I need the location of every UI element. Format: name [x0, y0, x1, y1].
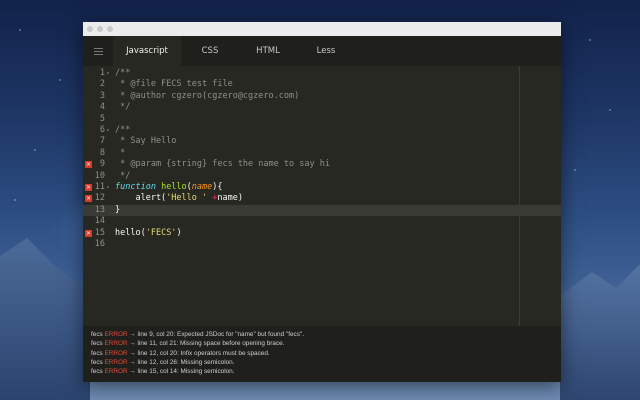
fold-arrow-icon[interactable]: ▾ — [106, 182, 110, 193]
window-zoom-button[interactable] — [107, 26, 113, 32]
tab-html[interactable]: HTML — [239, 36, 297, 66]
line-number: 4 — [99, 102, 105, 113]
code-text: /** — [115, 125, 131, 135]
window-titlebar — [83, 22, 561, 36]
window-minimize-button[interactable] — [97, 26, 103, 32]
line-number: 15 — [94, 227, 105, 238]
code-line[interactable]: 14 — [83, 216, 561, 227]
code-line[interactable]: × 9 * @param {string} fecs the name to sa… — [83, 159, 561, 170]
lint-console: fecs ERROR → line 9, col 20: Expected JS… — [83, 326, 561, 382]
code-text: hello('FECS') — [115, 227, 182, 238]
code-line[interactable]: 7 * Say Hello — [83, 136, 561, 147]
fold-arrow-icon[interactable]: ▾ — [106, 125, 110, 136]
line-number: 2 — [99, 79, 105, 90]
code-editor[interactable]: 1 ▾/** 2 * @file FECS test file 3 * @author… — [83, 66, 561, 326]
code-text: function hello(name){ — [115, 182, 223, 192]
line-number: 7 — [99, 136, 105, 147]
tab-javascript[interactable]: Javascript — [113, 36, 181, 66]
line-number: 14 — [94, 216, 105, 227]
code-line[interactable]: 5 — [83, 114, 561, 125]
editor-window: Javascript CSS HTML Less 1 ▾/** 2 * @file … — [83, 22, 561, 382]
line-number: 6 — [99, 125, 105, 135]
window-close-button[interactable] — [87, 26, 93, 32]
code-line[interactable]: 6 ▾ /** — [83, 125, 561, 136]
code-text: * — [115, 147, 126, 158]
code-line[interactable]: × 12 alert('Hello ' +name) — [83, 193, 561, 204]
code-line[interactable]: 8 * — [83, 148, 561, 159]
code-line[interactable]: 3 * @author cgzero(cgzero@cgzero.com) — [83, 91, 561, 102]
code-line[interactable]: 10 */ — [83, 171, 561, 182]
code-text: } — [115, 204, 121, 215]
code-text: alert('Hello ' +name) — [115, 193, 243, 204]
console-log-line: fecs ERROR → line 12, col 20: Infix oper… — [91, 349, 270, 357]
code-text: */ — [115, 102, 131, 113]
console-log-line: fecs ERROR → line 12, col 26: Missing se… — [91, 358, 235, 366]
code-line[interactable]: 16 — [83, 239, 561, 250]
code-text: * @file FECS test file — [115, 79, 233, 90]
code-line[interactable]: × 11 ▾ function hello(name){ — [83, 182, 561, 193]
line-number: 9 — [99, 159, 105, 170]
line-number: 13 — [94, 204, 105, 215]
fold-arrow-icon[interactable]: ▾ — [106, 68, 110, 79]
line-number: 1 — [99, 68, 105, 78]
code-text: /** — [115, 68, 131, 78]
code-text: * @author cgzero(cgzero@cgzero.com) — [115, 90, 300, 101]
hamburger-menu-icon[interactable] — [83, 36, 113, 66]
tab-css[interactable]: CSS — [181, 36, 239, 66]
console-log-line: fecs ERROR → line 9, col 20: Expected JS… — [91, 331, 304, 338]
code-text: * @param {string} fecs the name to say h… — [115, 159, 330, 170]
tab-less[interactable]: Less — [297, 36, 355, 66]
code-line[interactable]: 2 * @file FECS test file — [83, 79, 561, 90]
code-line[interactable]: × 15 hello('FECS') — [83, 228, 561, 239]
code-line[interactable]: 4 */ — [83, 102, 561, 113]
line-number: 8 — [99, 147, 105, 158]
console-log-line: fecs ERROR → line 15, col 14: Missing se… — [91, 368, 235, 376]
line-number: 10 — [94, 170, 105, 181]
line-number: 3 — [99, 90, 105, 101]
code-text: */ — [115, 170, 131, 181]
line-number: 11 — [94, 182, 105, 192]
line-number: 16 — [94, 239, 105, 249]
line-number: 12 — [94, 193, 105, 204]
console-log-line: fecs ERROR → line 11, col 21: Missing sp… — [91, 340, 285, 348]
line-number: 5 — [99, 113, 105, 124]
tab-bar: Javascript CSS HTML Less — [83, 36, 561, 66]
code-line[interactable]: 1 ▾ /** — [83, 68, 561, 79]
code-text: * Say Hello — [115, 136, 177, 147]
code-line[interactable]: 13} — [83, 204, 561, 217]
